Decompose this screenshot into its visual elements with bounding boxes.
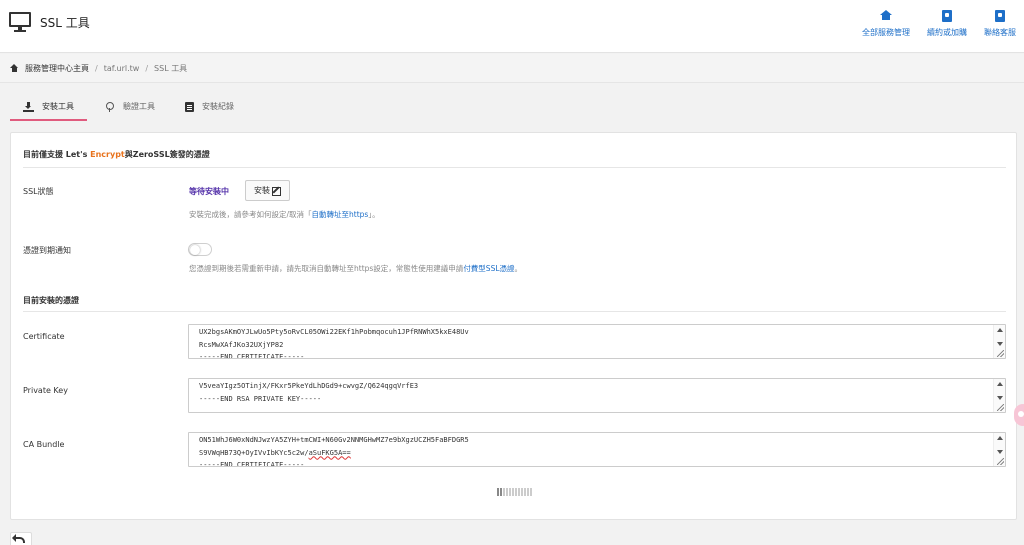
cert-line: -----END CERTIFICATE----- (199, 353, 305, 359)
nav-contact[interactable]: 聯絡客服 (984, 10, 1016, 38)
private-key-content: V5veaYIgz5OTinjX/FKxr5PkeYdLhDGd9+cwvgZ/… (199, 380, 418, 405)
nav-all-services[interactable]: 全部服務管理 (862, 10, 910, 38)
clipboard-icon (185, 101, 194, 112)
nav-renew-label: 續約或加購 (927, 28, 967, 37)
scroll-down-icon[interactable] (997, 450, 1003, 454)
cert-line: RcsMwXAfJKo32UXjYP82 (199, 340, 284, 349)
scroll-up-icon[interactable] (997, 436, 1003, 440)
ca-line: ON51WhJ6W0xNdNJwzYA5ZYH+tmCWI+N60Gv2NNMG… (199, 436, 469, 444)
paid-ssl-link[interactable]: 付費型SSL憑證 (463, 264, 514, 273)
expiry-help-text: 您憑證到期後若需重新申請，請先取消自動轉址至https設定，常態性使用建議申請付… (189, 263, 522, 274)
ssl-status-label: SSL狀態 (23, 187, 54, 196)
top-nav: 全部服務管理 續約或加購 聯絡客服 (845, 10, 1016, 38)
textarea-scrollbar[interactable] (993, 325, 1005, 358)
nav-renew[interactable]: 續約或加購 (927, 10, 967, 38)
floating-helper-icon[interactable] (1014, 404, 1024, 426)
notice-highlight: Encrypt (90, 150, 125, 159)
back-button[interactable] (10, 532, 32, 545)
scroll-down-icon[interactable] (997, 396, 1003, 400)
ca-bundle-content: ON51WhJ6W0xNdNJwzYA5ZYH+tmCWI+N60Gv2NNMG… (199, 434, 469, 467)
download-icon (23, 101, 34, 112)
tab-install-log-label: 安裝紀錄 (202, 102, 234, 111)
textarea-scrollbar[interactable] (993, 379, 1005, 412)
resize-grip-icon[interactable] (997, 458, 1004, 465)
top-header: SSL 工具 全部服務管理 續約或加購 聯絡客服 (0, 0, 1024, 53)
install-help-text: 安裝完成後，請參考如何設定/取消「自動轉址至https」。 (189, 209, 380, 220)
expiry-notice-label: 憑證到期通知 (23, 246, 71, 255)
tab-install-log[interactable]: 安裝紀錄 (172, 94, 247, 119)
tab-bar: 安裝工具 驗證工具 安裝紀錄 (10, 94, 251, 121)
help1-suffix: 」。 (368, 210, 380, 219)
tab-verify-tool[interactable]: 驗證工具 (91, 94, 168, 119)
ca-line: S9VWqHB73Q+OyIVvIbKYc5c2w/aSuFKG5A== (199, 447, 469, 460)
breadcrumb-separator: / (95, 63, 98, 73)
tab-verify-tool-label: 驗證工具 (123, 102, 155, 111)
ca-line-part: S9VWqHB73Q+OyIVvIbKYc5c2w/ (199, 448, 309, 457)
map-pin-icon (104, 101, 115, 112)
nav-all-services-label: 全部服務管理 (862, 28, 910, 37)
install-button-label: 安裝 (254, 186, 270, 195)
home-icon (880, 10, 892, 22)
help2-prefix: 您憑證到期後若需重新申請，請先取消自動轉址至https設定，常態性使用建議申請 (189, 264, 464, 273)
toggle-knob (190, 245, 200, 255)
ssl-install-panel: 目前僅支援 Let's Encrypt與ZeroSSL簽發的憑證 SSL狀態 等… (10, 132, 1017, 520)
tab-install-tool-label: 安裝工具 (42, 102, 74, 111)
home-icon (10, 63, 19, 73)
breadcrumb-home-link[interactable]: 服務管理中心主頁 (25, 63, 89, 74)
resize-grip-icon[interactable] (997, 404, 1004, 411)
spellcheck-marked-text: aSuFKG5A== (308, 448, 351, 457)
https-redirect-link[interactable]: 自動轉址至https (312, 210, 369, 219)
textarea-scrollbar[interactable] (993, 433, 1005, 466)
certificate-textarea[interactable]: UX2bgsAKmOYJLwUo5Pty5oRvCL05OWi22EKf1hPo… (188, 324, 1006, 359)
resize-grip-icon[interactable] (997, 350, 1004, 357)
brand: SSL 工具 (9, 12, 90, 32)
help1-prefix: 安裝完成後，請參考如何設定/取消「 (189, 210, 312, 219)
installed-cert-heading: 目前安裝的憑證 (23, 296, 79, 305)
certificate-label: Certificate (23, 332, 65, 341)
private-key-label: Private Key (23, 386, 68, 395)
breadcrumb-current: SSL 工具 (154, 63, 188, 73)
shopping-bag-icon (942, 10, 952, 22)
key-line: V5veaYIgz5OTinjX/FKxr5PkeYdLhDGd9+cwvgZ/… (199, 382, 419, 390)
cert-line: UX2bgsAKmOYJLwUo5Pty5oRvCL05OWi22EKf1hPo… (199, 328, 469, 336)
notice-prefix: 目前僅支援 Let's (23, 150, 91, 159)
loading-indicator (497, 488, 533, 496)
edit-icon (272, 186, 281, 196)
ca-line: -----END CERTIFICATE----- (199, 461, 305, 467)
notice-suffix: 與ZeroSSL簽發的憑證 (124, 150, 210, 159)
nav-contact-label: 聯絡客服 (984, 28, 1016, 37)
scroll-up-icon[interactable] (997, 382, 1003, 386)
tab-install-tool[interactable]: 安裝工具 (10, 94, 87, 121)
support-notice: 目前僅支援 Let's Encrypt與ZeroSSL簽發的憑證 (23, 149, 210, 160)
private-key-textarea[interactable]: V5veaYIgz5OTinjX/FKxr5PkeYdLhDGd9+cwvgZ/… (188, 378, 1006, 413)
shopping-bag-icon (995, 10, 1005, 22)
certificate-content: UX2bgsAKmOYJLwUo5Pty5oRvCL05OWi22EKf1hPo… (199, 326, 469, 359)
ca-bundle-textarea[interactable]: ON51WhJ6W0xNdNJwzYA5ZYH+tmCWI+N60Gv2NNMG… (188, 432, 1006, 467)
divider (23, 167, 1006, 168)
install-button[interactable]: 安裝 (245, 180, 290, 201)
ssl-status-value: 等待安裝中 (189, 187, 229, 196)
expiry-notice-toggle[interactable] (188, 243, 212, 256)
scroll-down-icon[interactable] (997, 342, 1003, 346)
monitor-icon (9, 12, 31, 32)
breadcrumb: 服務管理中心主頁 / taf.url.tw / SSL 工具 (0, 54, 1024, 83)
page-title: SSL 工具 (40, 15, 90, 30)
scroll-up-icon[interactable] (997, 328, 1003, 332)
back-arrow-icon (12, 534, 25, 543)
help2-suffix: 。 (514, 264, 523, 273)
ca-bundle-label: CA Bundle (23, 440, 65, 449)
breadcrumb-domain-link[interactable]: taf.url.tw (104, 64, 140, 73)
divider (23, 311, 1006, 312)
breadcrumb-separator: / (145, 63, 149, 73)
key-line: -----END RSA PRIVATE KEY----- (199, 394, 322, 403)
